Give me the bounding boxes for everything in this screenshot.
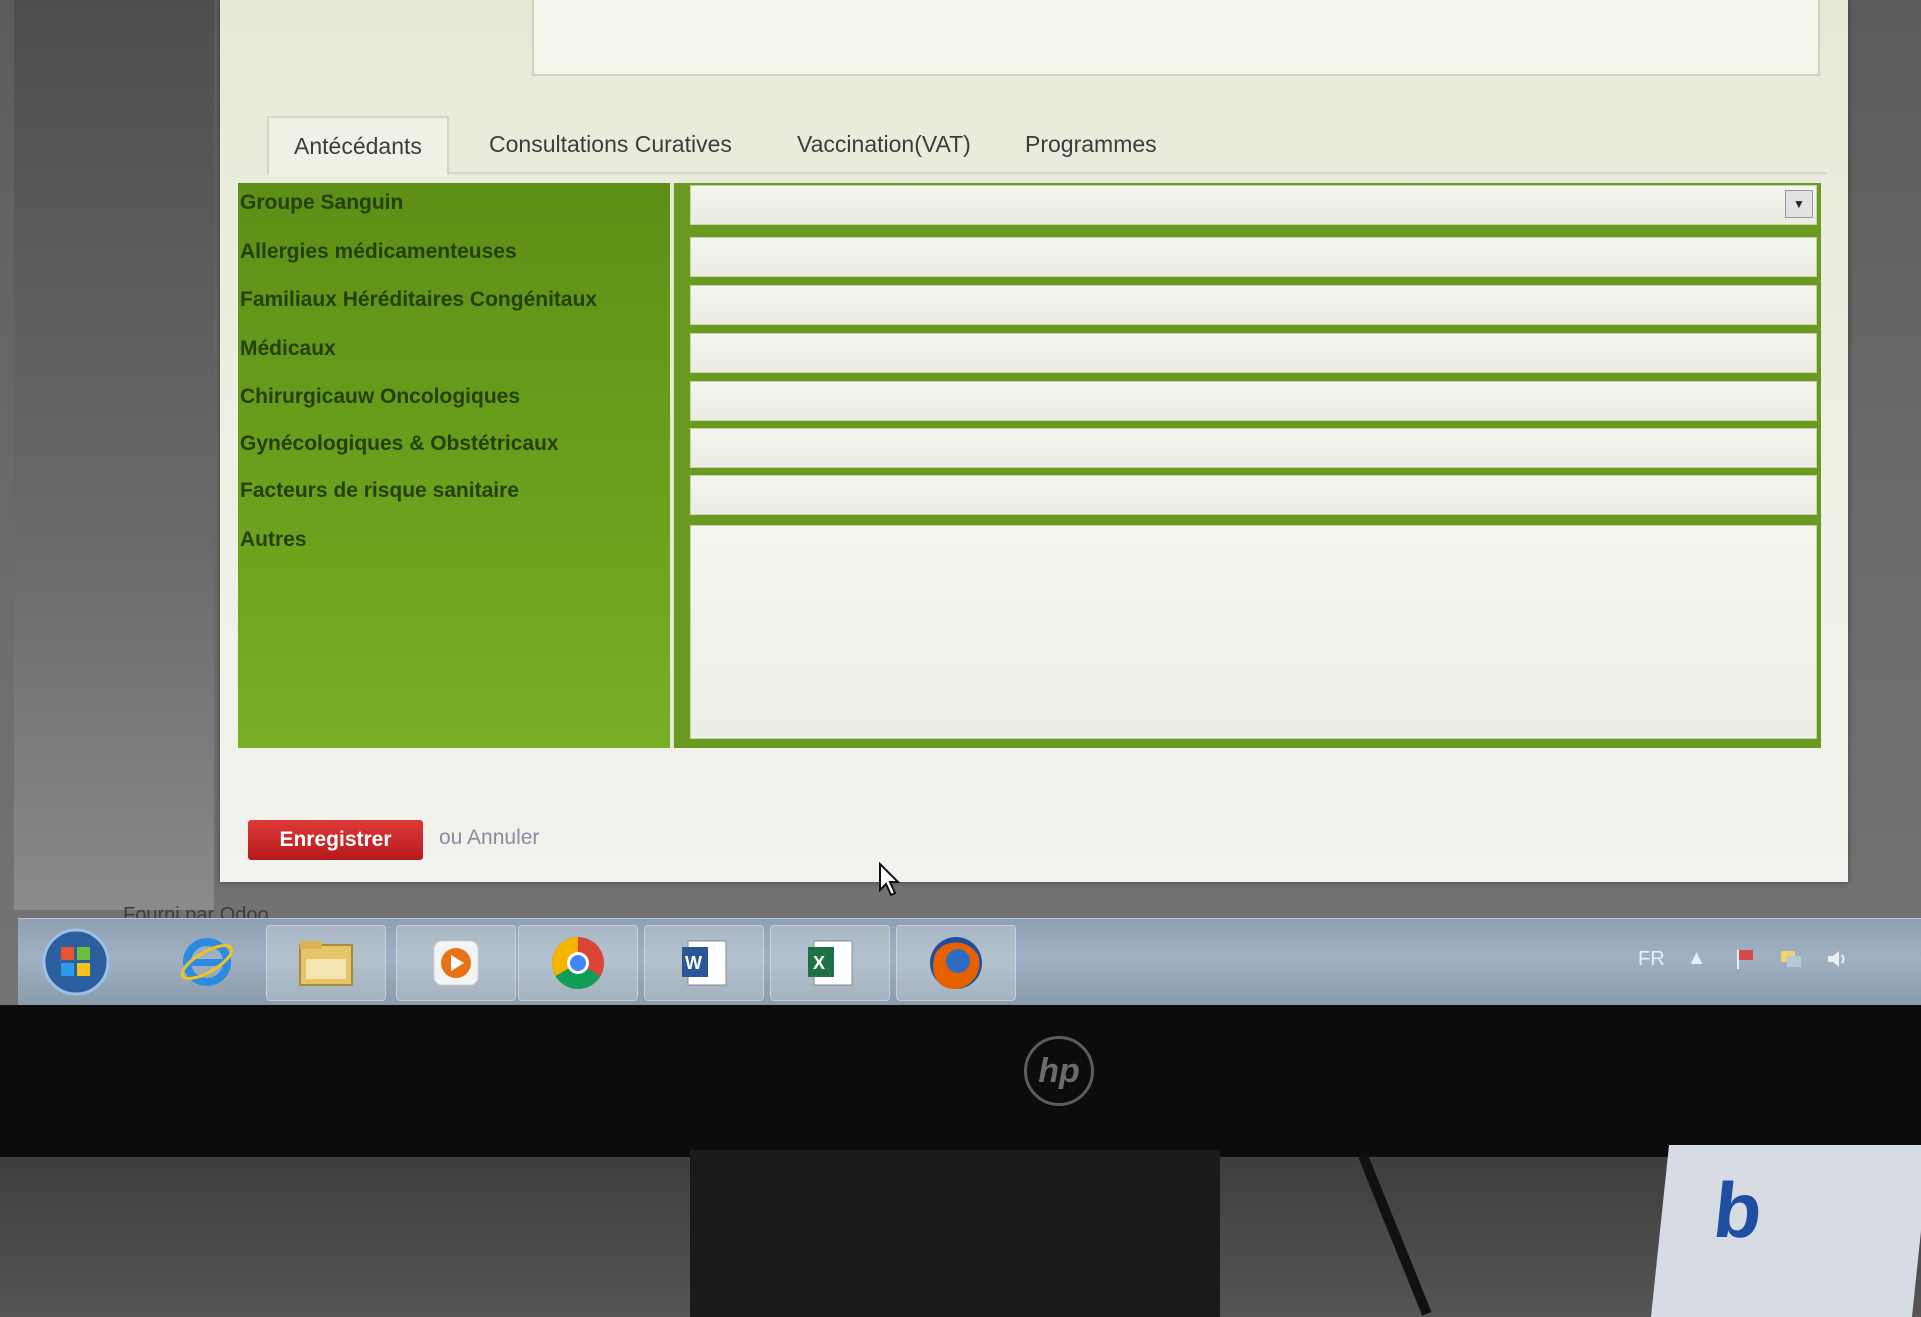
language-indicator[interactable]: FR bbox=[1638, 948, 1665, 971]
media-player-button[interactable] bbox=[396, 925, 516, 1001]
volume-icon[interactable] bbox=[1825, 947, 1849, 971]
patient-form-dialog: Antécédants Consultations Curatives Vacc… bbox=[220, 0, 1848, 882]
cancel-link[interactable]: Annuler bbox=[467, 826, 539, 849]
internet-explorer-button[interactable] bbox=[148, 925, 266, 999]
excel-icon: X bbox=[808, 940, 853, 986]
chevron-up-icon[interactable]: ▲ bbox=[1687, 947, 1711, 971]
groupe-sanguin-label: Groupe Sanguin bbox=[240, 191, 404, 214]
antecedants-form: Groupe Sanguin Allergies médicamenteuses… bbox=[238, 183, 1821, 748]
tab-programmes[interactable]: Programmes bbox=[1025, 116, 1157, 172]
save-button[interactable]: Enregistrer bbox=[248, 820, 423, 860]
medicaux-label: Médicaux bbox=[240, 337, 336, 360]
svg-text:W: W bbox=[685, 953, 702, 973]
monitor-stand bbox=[690, 1150, 1220, 1317]
hp-logo: hp bbox=[1024, 1036, 1094, 1106]
network-icon[interactable] bbox=[1779, 947, 1803, 971]
chrome-button[interactable] bbox=[518, 925, 638, 1001]
facteurs-risque-input[interactable] bbox=[690, 475, 1817, 515]
tab-antecedants[interactable]: Antécédants bbox=[267, 116, 449, 176]
screen: Fourni par Odoo Antécédants Consultation… bbox=[0, 0, 1921, 1005]
system-tray: FR ▲ bbox=[1638, 939, 1849, 979]
familiaux-input[interactable] bbox=[690, 285, 1817, 325]
allergies-input[interactable] bbox=[690, 237, 1817, 277]
mouse-pointer-icon bbox=[879, 862, 901, 897]
media-player-icon bbox=[433, 940, 479, 986]
file-explorer-icon bbox=[299, 941, 353, 986]
start-button[interactable] bbox=[26, 925, 126, 999]
svg-text:X: X bbox=[813, 953, 825, 973]
autres-label: Autres bbox=[240, 528, 307, 551]
gynecologiques-label: Gynécologiques & Obstétricaux bbox=[240, 432, 559, 455]
autres-textarea[interactable] bbox=[690, 525, 1817, 739]
monitor-bezel bbox=[0, 1005, 1921, 1157]
background-app-sidebar bbox=[14, 0, 214, 910]
label-column: Groupe Sanguin Allergies médicamenteuses… bbox=[238, 183, 674, 748]
excel-button[interactable]: X bbox=[770, 925, 890, 1001]
product-box: b bbox=[1650, 1145, 1921, 1317]
notes-textarea[interactable] bbox=[532, 0, 1820, 76]
file-explorer-button[interactable] bbox=[266, 925, 386, 1001]
word-button[interactable]: W bbox=[644, 925, 764, 1001]
taskbar: W X FR ▲ bbox=[18, 918, 1921, 1005]
firefox-icon bbox=[930, 937, 982, 989]
chirurgicaux-label: Chirurgicauw Oncologiques bbox=[240, 385, 521, 408]
tab-consultations-curatives[interactable]: Consultations Curatives bbox=[489, 116, 732, 172]
start-orb-icon bbox=[42, 928, 110, 996]
medicaux-input[interactable] bbox=[690, 333, 1817, 373]
facteurs-risque-label: Facteurs de risque sanitaire bbox=[240, 479, 519, 502]
groupe-sanguin-select[interactable] bbox=[690, 185, 1817, 225]
cancel-group: ou Annuler bbox=[439, 826, 539, 850]
gynecologiques-input[interactable] bbox=[690, 428, 1817, 468]
flag-icon[interactable] bbox=[1733, 947, 1757, 971]
chirurgicaux-input[interactable] bbox=[690, 381, 1817, 421]
box-logo: b bbox=[1709, 1166, 1767, 1254]
tab-bar: Antécédants Consultations Curatives Vacc… bbox=[267, 116, 1827, 176]
or-text: ou bbox=[439, 826, 468, 849]
familiaux-label: Familiaux Héréditaires Congénitaux bbox=[240, 288, 598, 311]
chrome-icon bbox=[552, 937, 604, 989]
allergies-label: Allergies médicamenteuses bbox=[240, 240, 517, 263]
tab-vaccination[interactable]: Vaccination(VAT) bbox=[797, 116, 971, 172]
word-icon: W bbox=[682, 940, 727, 986]
internet-explorer-icon bbox=[180, 938, 234, 986]
firefox-button[interactable] bbox=[896, 925, 1016, 1001]
